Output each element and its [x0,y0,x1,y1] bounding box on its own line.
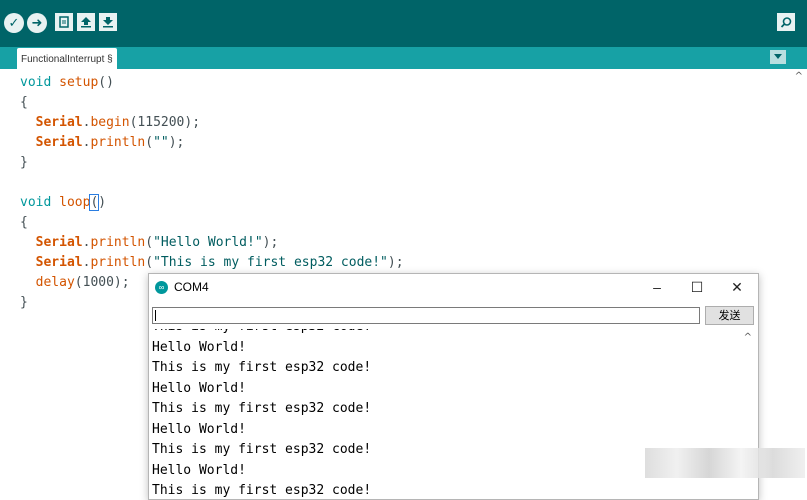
scroll-up-icon[interactable]: ^ [795,71,803,82]
open-arrow-up-icon [81,17,91,28]
serial-output-text: This is my first esp32 code! Hello World… [152,329,372,498]
open-button[interactable] [77,13,95,31]
arrow-right-icon: ➜ [31,15,43,31]
serial-title: COM4 [174,280,209,294]
save-arrow-down-icon [103,17,113,28]
send-button[interactable]: 发送 [705,306,754,325]
verify-button[interactable]: ✓ [4,13,24,33]
tab-label: FunctionalInterrupt § [21,54,113,65]
serial-title-bar[interactable]: ∞ COM4 – ☐ ✕ [149,274,758,301]
new-file-icon [59,16,69,28]
tab-menu-button[interactable] [770,50,786,64]
toolbar: ✓ ➜ [0,0,807,47]
minimize-icon: – [653,279,661,295]
close-button[interactable]: ✕ [717,274,757,301]
watermark-blur [645,448,805,478]
new-button[interactable] [55,13,73,31]
serial-send-input[interactable] [152,307,700,324]
tab-functionalinterrupt[interactable]: FunctionalInterrupt § [17,48,117,69]
magnifier-icon [780,16,791,28]
checkmark-icon: ✓ [8,15,20,31]
triangle-down-icon [774,54,782,59]
maximize-icon: ☐ [690,279,704,295]
upload-button[interactable]: ➜ [27,13,47,33]
text-cursor [155,310,156,321]
save-button[interactable] [99,13,117,31]
minimize-button[interactable]: – [637,274,677,301]
arduino-icon: ∞ [155,281,168,294]
close-icon: ✕ [731,279,743,295]
serial-monitor-button[interactable] [777,13,795,31]
maximize-button[interactable]: ☐ [677,274,717,301]
tab-bar: FunctionalInterrupt § [0,47,807,69]
scroll-up-icon[interactable]: ^ [744,332,752,343]
